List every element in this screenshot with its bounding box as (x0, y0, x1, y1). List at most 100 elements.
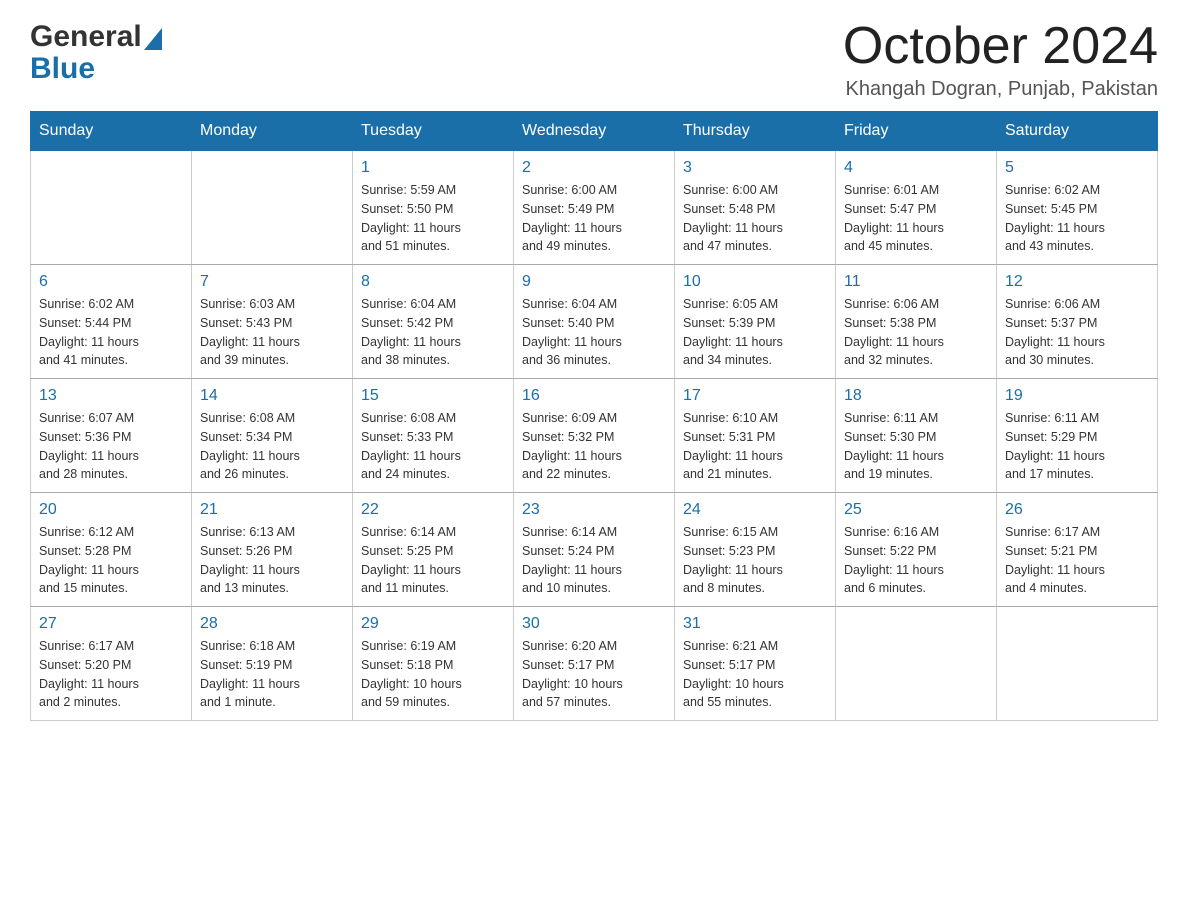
day-info: Sunrise: 6:10 AMSunset: 5:31 PMDaylight:… (683, 409, 827, 484)
day-number: 14 (200, 387, 344, 405)
day-info: Sunrise: 6:07 AMSunset: 5:36 PMDaylight:… (39, 409, 183, 484)
day-number: 21 (200, 501, 344, 519)
day-number: 23 (522, 501, 666, 519)
day-info: Sunrise: 6:11 AMSunset: 5:30 PMDaylight:… (844, 409, 988, 484)
day-number: 7 (200, 273, 344, 291)
calendar-cell: 2Sunrise: 6:00 AMSunset: 5:49 PMDaylight… (514, 151, 675, 265)
day-number: 1 (361, 159, 505, 177)
day-number: 17 (683, 387, 827, 405)
day-info: Sunrise: 6:06 AMSunset: 5:37 PMDaylight:… (1005, 295, 1149, 370)
day-header-tuesday: Tuesday (353, 112, 514, 151)
day-number: 9 (522, 273, 666, 291)
day-number: 15 (361, 387, 505, 405)
calendar-cell: 1Sunrise: 5:59 AMSunset: 5:50 PMDaylight… (353, 151, 514, 265)
page-header: General Blue October 2024 Khangah Dogran… (30, 20, 1158, 101)
calendar-cell: 25 Sunrise: 6:16 AMSunset: 5:22 PMDayligh… (836, 493, 997, 607)
day-info: Sunrise: 6:02 AMSunset: 5:44 PMDaylight:… (39, 295, 183, 370)
calendar-cell: 19Sunrise: 6:11 AMSunset: 5:29 PMDayligh… (997, 379, 1158, 493)
day-number: 26 (1005, 501, 1149, 519)
day-number: 29 (361, 615, 505, 633)
day-info: Sunrise: 6:05 AMSunset: 5:39 PMDaylight:… (683, 295, 827, 370)
calendar-cell: 28 Sunrise: 6:18 AMSunset: 5:19 PMDayligh… (192, 607, 353, 721)
calendar-week-3: 13 Sunrise: 6:07 AMSunset: 5:36 PMDayligh… (31, 379, 1158, 493)
calendar-week-2: 6Sunrise: 6:02 AMSunset: 5:44 PMDaylight… (31, 265, 1158, 379)
day-number: 3 (683, 159, 827, 177)
day-info: Sunrise: 6:16 AMSunset: 5:22 PMDaylight:… (844, 523, 988, 598)
calendar-cell: 12 Sunrise: 6:06 AMSunset: 5:37 PMDayligh… (997, 265, 1158, 379)
day-number: 4 (844, 159, 988, 177)
day-number: 8 (361, 273, 505, 291)
day-info: Sunrise: 6:04 AMSunset: 5:42 PMDaylight:… (361, 295, 505, 370)
calendar-cell: 21 Sunrise: 6:13 AMSunset: 5:26 PMDayligh… (192, 493, 353, 607)
day-info: Sunrise: 6:01 AMSunset: 5:47 PMDaylight:… (844, 181, 988, 256)
day-info: Sunrise: 6:12 AMSunset: 5:28 PMDaylight:… (39, 523, 183, 598)
calendar-cell: 29 Sunrise: 6:19 AMSunset: 5:18 PMDayligh… (353, 607, 514, 721)
calendar-cell: 26 Sunrise: 6:17 AMSunset: 5:21 PMDayligh… (997, 493, 1158, 607)
logo-arrow-icon (144, 28, 162, 50)
calendar-cell (836, 607, 997, 721)
calendar-cell: 16Sunrise: 6:09 AMSunset: 5:32 PMDayligh… (514, 379, 675, 493)
calendar-cell (997, 607, 1158, 721)
day-info: Sunrise: 6:21 AMSunset: 5:17 PMDaylight:… (683, 637, 827, 712)
day-number: 11 (844, 273, 988, 291)
day-number: 28 (200, 615, 344, 633)
day-number: 24 (683, 501, 827, 519)
day-info: Sunrise: 6:15 AMSunset: 5:23 PMDaylight:… (683, 523, 827, 598)
calendar-cell: 13 Sunrise: 6:07 AMSunset: 5:36 PMDayligh… (31, 379, 192, 493)
day-info: Sunrise: 6:17 AMSunset: 5:21 PMDaylight:… (1005, 523, 1149, 598)
day-number: 25 (844, 501, 988, 519)
day-info: Sunrise: 6:08 AMSunset: 5:34 PMDaylight:… (200, 409, 344, 484)
calendar-cell: 6Sunrise: 6:02 AMSunset: 5:44 PMDaylight… (31, 265, 192, 379)
day-number: 27 (39, 615, 183, 633)
day-number: 20 (39, 501, 183, 519)
calendar-cell: 15 Sunrise: 6:08 AMSunset: 5:33 PMDayligh… (353, 379, 514, 493)
day-header-monday: Monday (192, 112, 353, 151)
calendar-cell: 23Sunrise: 6:14 AMSunset: 5:24 PMDayligh… (514, 493, 675, 607)
day-info: Sunrise: 6:19 AMSunset: 5:18 PMDaylight:… (361, 637, 505, 712)
calendar-cell: 11 Sunrise: 6:06 AMSunset: 5:38 PMDayligh… (836, 265, 997, 379)
day-number: 2 (522, 159, 666, 177)
day-info: Sunrise: 6:06 AMSunset: 5:38 PMDaylight:… (844, 295, 988, 370)
day-info: Sunrise: 6:14 AMSunset: 5:25 PMDaylight:… (361, 523, 505, 598)
day-info: Sunrise: 6:20 AMSunset: 5:17 PMDaylight:… (522, 637, 666, 712)
logo-blue-text: Blue (30, 52, 95, 86)
day-info: Sunrise: 6:03 AMSunset: 5:43 PMDaylight:… (200, 295, 344, 370)
calendar-week-1: 1Sunrise: 5:59 AMSunset: 5:50 PMDaylight… (31, 151, 1158, 265)
day-number: 30 (522, 615, 666, 633)
day-header-saturday: Saturday (997, 112, 1158, 151)
calendar-cell: 14 Sunrise: 6:08 AMSunset: 5:34 PMDayligh… (192, 379, 353, 493)
day-number: 10 (683, 273, 827, 291)
day-info: Sunrise: 6:18 AMSunset: 5:19 PMDaylight:… (200, 637, 344, 712)
calendar-cell: 10 Sunrise: 6:05 AMSunset: 5:39 PMDayligh… (675, 265, 836, 379)
day-info: Sunrise: 6:08 AMSunset: 5:33 PMDaylight:… (361, 409, 505, 484)
day-header-thursday: Thursday (675, 112, 836, 151)
calendar-cell (31, 151, 192, 265)
day-info: Sunrise: 6:00 AMSunset: 5:48 PMDaylight:… (683, 181, 827, 256)
day-number: 13 (39, 387, 183, 405)
day-number: 5 (1005, 159, 1149, 177)
title-section: October 2024 Khangah Dogran, Punjab, Pak… (843, 20, 1158, 101)
calendar-cell: 9Sunrise: 6:04 AMSunset: 5:40 PMDaylight… (514, 265, 675, 379)
calendar-cell: 7 Sunrise: 6:03 AMSunset: 5:43 PMDaylight… (192, 265, 353, 379)
calendar-cell: 18Sunrise: 6:11 AMSunset: 5:30 PMDayligh… (836, 379, 997, 493)
day-info: Sunrise: 6:13 AMSunset: 5:26 PMDaylight:… (200, 523, 344, 598)
day-number: 16 (522, 387, 666, 405)
day-info: Sunrise: 6:17 AMSunset: 5:20 PMDaylight:… (39, 637, 183, 712)
calendar-table: SundayMondayTuesdayWednesdayThursdayFrid… (30, 111, 1158, 721)
calendar-cell: 3 Sunrise: 6:00 AMSunset: 5:48 PMDaylight… (675, 151, 836, 265)
day-number: 22 (361, 501, 505, 519)
calendar-cell: 30 Sunrise: 6:20 AMSunset: 5:17 PMDayligh… (514, 607, 675, 721)
calendar-header-row: SundayMondayTuesdayWednesdayThursdayFrid… (31, 112, 1158, 151)
calendar-cell: 31 Sunrise: 6:21 AMSunset: 5:17 PMDayligh… (675, 607, 836, 721)
calendar-cell: 5 Sunrise: 6:02 AMSunset: 5:45 PMDaylight… (997, 151, 1158, 265)
calendar-cell: 20 Sunrise: 6:12 AMSunset: 5:28 PMDayligh… (31, 493, 192, 607)
calendar-cell: 17 Sunrise: 6:10 AMSunset: 5:31 PMDayligh… (675, 379, 836, 493)
day-number: 31 (683, 615, 827, 633)
day-info: Sunrise: 6:02 AMSunset: 5:45 PMDaylight:… (1005, 181, 1149, 256)
day-number: 12 (1005, 273, 1149, 291)
calendar-week-4: 20 Sunrise: 6:12 AMSunset: 5:28 PMDayligh… (31, 493, 1158, 607)
day-number: 19 (1005, 387, 1149, 405)
calendar-week-5: 27 Sunrise: 6:17 AMSunset: 5:20 PMDayligh… (31, 607, 1158, 721)
month-title: October 2024 (843, 20, 1158, 72)
logo-general-text: General (30, 20, 142, 54)
